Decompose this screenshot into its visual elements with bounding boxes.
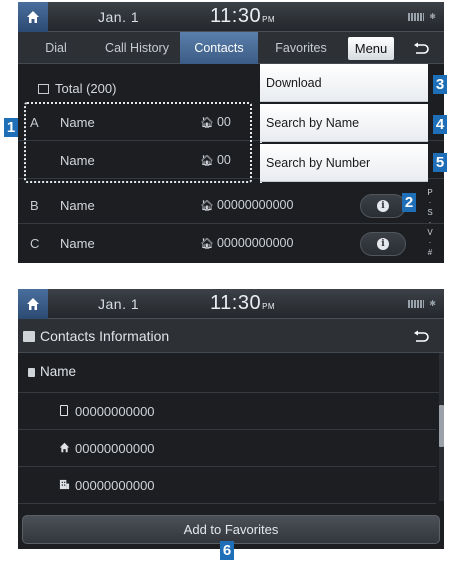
status-time: 11:30PM xyxy=(210,292,276,314)
status-date: Jan. 1 xyxy=(98,9,140,25)
status-time: 11:30PM xyxy=(210,5,276,27)
home-icon xyxy=(58,441,70,453)
signal-icon xyxy=(408,299,425,308)
home-button[interactable] xyxy=(18,289,48,319)
contacts-screen: Jan. 1 11:30PM ✱ Dial Call History Conta… xyxy=(18,2,444,263)
scrollbar[interactable] xyxy=(439,353,444,501)
menu-dropdown: Download Search by Name Search by Number xyxy=(260,64,444,184)
home-icon: 🏠︎ xyxy=(200,238,214,250)
status-icons: ✱ xyxy=(408,299,436,308)
index-letter[interactable]: P xyxy=(422,188,438,198)
info-icon: i xyxy=(377,238,389,250)
contact-name-row: Name xyxy=(18,353,444,393)
status-bar: Jan. 1 11:30PM ✱ xyxy=(18,289,444,319)
contact-row[interactable]: C Name 🏠︎ 00000000000 i xyxy=(18,225,444,262)
contact-info-screen: Jan. 1 11:30PM ✱ Contacts Information Na… xyxy=(18,289,444,549)
contact-row[interactable]: B Name 🏠︎ 00000000000 i xyxy=(18,187,444,224)
bluetooth-icon: ✱ xyxy=(429,12,436,21)
tab-contacts[interactable]: Contacts xyxy=(180,32,258,64)
callout-label: 6 xyxy=(220,541,234,560)
page-title: Contacts Information xyxy=(40,328,170,344)
home-icon: 🏠︎ xyxy=(200,200,214,212)
office-icon xyxy=(58,478,70,490)
contact-number: 🏠︎ 00000000000 xyxy=(200,198,294,212)
phone-number-row[interactable]: 00000000000 xyxy=(18,393,436,430)
callout-label: 1 xyxy=(4,118,18,137)
contact-card-icon xyxy=(23,331,35,342)
contact-number: 🏠︎ 00000000000 xyxy=(200,236,294,250)
highlight-box xyxy=(24,102,252,183)
back-icon xyxy=(414,330,429,342)
menu-item-download[interactable]: Download xyxy=(260,64,428,102)
callout-label: 5 xyxy=(433,153,447,172)
back-button[interactable] xyxy=(400,320,442,352)
callout-label: 4 xyxy=(433,115,447,134)
callout-label: 3 xyxy=(433,75,447,94)
contact-name: Name xyxy=(60,198,95,213)
home-icon xyxy=(27,11,39,23)
info-button[interactable]: i xyxy=(360,232,406,256)
bluetooth-icon: ✱ xyxy=(429,299,436,308)
status-date: Jan. 1 xyxy=(98,296,140,312)
total-count: Total (200) xyxy=(38,81,116,96)
back-button[interactable] xyxy=(400,32,442,64)
phone-number: 00000000000 xyxy=(75,478,155,493)
contact-name: Name xyxy=(60,236,95,251)
person-icon xyxy=(28,368,35,377)
add-to-favorites-button[interactable]: Add to Favorites xyxy=(22,515,440,544)
alphabet-index[interactable]: P · S · V · # xyxy=(422,188,438,263)
list-icon xyxy=(38,84,49,94)
callout-label: 2 xyxy=(402,193,416,212)
home-icon xyxy=(27,298,39,310)
phone-number-row[interactable]: 00000000000 xyxy=(18,467,436,504)
phone-number: 00000000000 xyxy=(75,404,155,419)
contact-name: Name xyxy=(40,364,77,379)
index-letter[interactable]: V xyxy=(422,228,438,238)
tab-dial[interactable]: Dial xyxy=(26,32,86,64)
index-letter: C xyxy=(30,236,40,251)
back-icon xyxy=(414,42,429,54)
tab-bar: Dial Call History Contacts Favorites Men… xyxy=(18,32,444,64)
tab-call-history[interactable]: Call History xyxy=(94,32,180,64)
status-icons: ✱ xyxy=(408,12,436,21)
status-bar: Jan. 1 11:30PM ✱ xyxy=(18,2,444,32)
menu-item-search-by-number[interactable]: Search by Number xyxy=(260,144,428,182)
home-button[interactable] xyxy=(18,2,48,32)
menu-button[interactable]: Menu xyxy=(348,37,394,60)
mobile-icon xyxy=(58,404,70,416)
info-icon: i xyxy=(377,200,389,212)
scrollbar-thumb[interactable] xyxy=(439,405,444,447)
phone-number-row[interactable]: 00000000000 xyxy=(18,430,436,467)
info-button[interactable]: i xyxy=(360,194,406,218)
signal-icon xyxy=(408,12,425,21)
tab-favorites[interactable]: Favorites xyxy=(262,32,340,64)
page-header: Contacts Information xyxy=(18,319,444,353)
index-letter[interactable]: S xyxy=(422,208,438,218)
index-letter: B xyxy=(30,198,39,213)
phone-number: 00000000000 xyxy=(75,441,155,456)
index-letter[interactable]: # xyxy=(422,248,438,258)
menu-item-search-by-name[interactable]: Search by Name xyxy=(260,104,428,142)
